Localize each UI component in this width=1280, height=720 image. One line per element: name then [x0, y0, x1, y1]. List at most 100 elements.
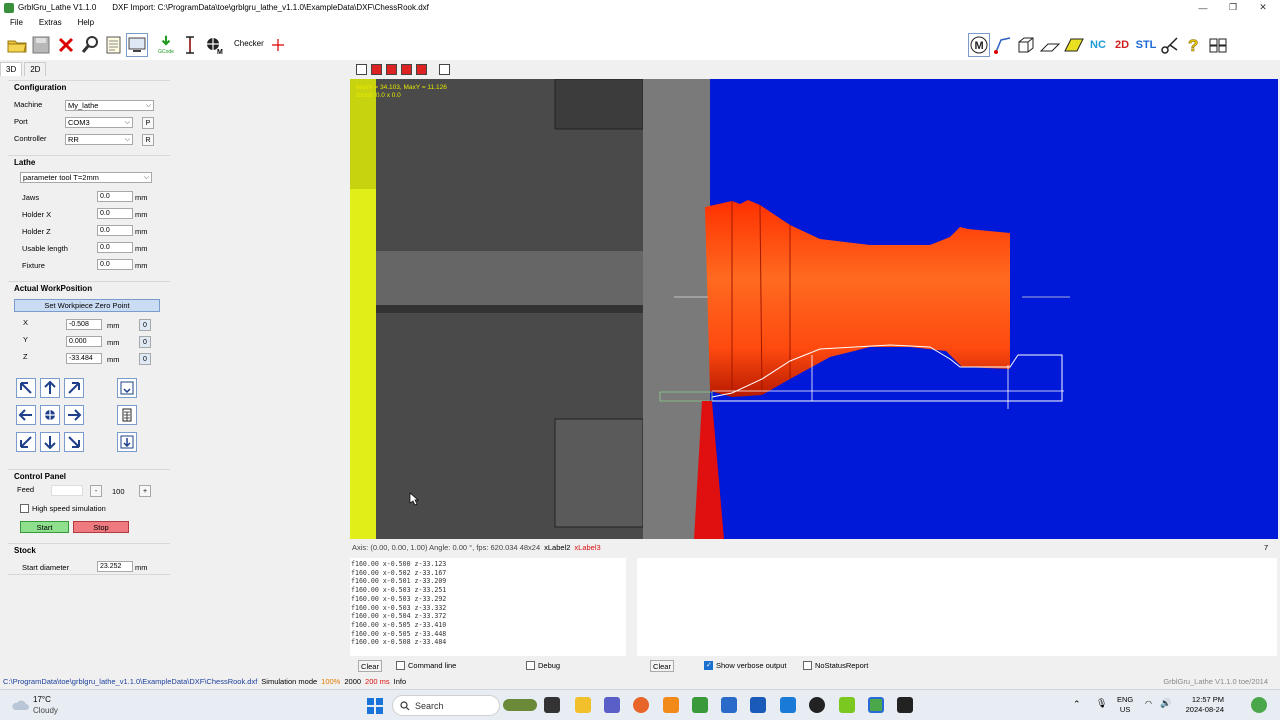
- app-orange-icon[interactable]: [663, 697, 679, 713]
- x-zero-button[interactable]: 0: [139, 319, 151, 331]
- jog-right-button[interactable]: [64, 405, 84, 425]
- task-view-icon[interactable]: [544, 697, 560, 713]
- no-status-checkbox[interactable]: [803, 661, 812, 670]
- machine-button[interactable]: M: [203, 33, 225, 57]
- chevron-up-icon[interactable]: ⌃: [1073, 699, 1081, 710]
- record-2-icon[interactable]: [386, 64, 397, 75]
- windows-start-icon[interactable]: [367, 698, 383, 714]
- tool-select[interactable]: parameter tool T=2mm ⌵: [20, 172, 152, 183]
- feed-slider[interactable]: [51, 485, 83, 496]
- feed-plus-button[interactable]: +: [139, 485, 151, 497]
- teams-icon[interactable]: [604, 697, 620, 713]
- app-black-icon[interactable]: [809, 697, 825, 713]
- delete-button[interactable]: [55, 33, 77, 57]
- debug-checkbox[interactable]: [526, 661, 535, 670]
- start-diameter-input[interactable]: 23.252: [97, 561, 133, 572]
- stl-button[interactable]: STL: [1135, 33, 1157, 57]
- view-reset-icon[interactable]: [439, 64, 450, 75]
- taskbar-widget-icon[interactable]: [503, 699, 537, 711]
- firefox-icon[interactable]: [633, 697, 649, 713]
- minimize-button[interactable]: —: [1188, 0, 1218, 15]
- app-blue-icon[interactable]: [721, 697, 737, 713]
- 2d-button[interactable]: 2D: [1111, 33, 1133, 57]
- stop-button[interactable]: Stop: [73, 521, 129, 533]
- save-button[interactable]: [30, 33, 52, 57]
- jog-up-left-button[interactable]: [16, 378, 36, 398]
- maximize-button[interactable]: ❐: [1218, 0, 1248, 15]
- calculator-button[interactable]: [117, 405, 137, 425]
- clear-log-button[interactable]: Clear: [358, 660, 382, 672]
- m-mode-button[interactable]: M: [968, 33, 990, 57]
- command-line-checkbox[interactable]: [396, 661, 405, 670]
- record-3-icon[interactable]: [401, 64, 412, 75]
- feed-minus-button[interactable]: -: [90, 485, 102, 497]
- controller-select[interactable]: RR ⌵: [65, 134, 133, 145]
- checker-label[interactable]: Checker: [234, 39, 264, 48]
- word-icon[interactable]: [750, 697, 766, 713]
- jaws-input[interactable]: 0.0: [97, 191, 133, 202]
- app-lime-icon[interactable]: [839, 697, 855, 713]
- system-clock[interactable]: 12:57 PM 2024-08-24: [1180, 695, 1224, 715]
- view-fit-icon[interactable]: [356, 64, 367, 75]
- crosshair-button[interactable]: [267, 33, 289, 57]
- help-button[interactable]: ?: [1183, 33, 1205, 57]
- holder-x-input[interactable]: 0.0: [97, 208, 133, 219]
- path-button[interactable]: [992, 33, 1014, 57]
- microphone-icon[interactable]: 🎙: [1096, 698, 1107, 709]
- app-c-icon[interactable]: [780, 697, 796, 713]
- jog-left-button[interactable]: [16, 405, 36, 425]
- menu-file[interactable]: File: [4, 18, 29, 27]
- cube-button[interactable]: [1015, 33, 1037, 57]
- plane-button[interactable]: [1039, 33, 1061, 57]
- jog-home-button[interactable]: [40, 405, 60, 425]
- jog-z-up-button[interactable]: [117, 378, 137, 398]
- jog-down-left-button[interactable]: [16, 432, 36, 452]
- fixture-input[interactable]: 0.0: [97, 259, 133, 270]
- controller-r-button[interactable]: R: [142, 134, 154, 146]
- open-folder-button[interactable]: [6, 33, 28, 57]
- port-select[interactable]: COM3 ⌵: [65, 117, 133, 128]
- tab-3d[interactable]: 3D: [0, 62, 23, 76]
- usable-length-input[interactable]: 0.0: [97, 242, 133, 253]
- simulation-viewport[interactable]: MaxX = 34.103, MaxY = 11.126 Stock: 0.0 …: [350, 79, 1278, 539]
- jog-up-button[interactable]: [40, 378, 60, 398]
- menu-extras[interactable]: Extras: [33, 18, 68, 27]
- terminal-icon[interactable]: [897, 697, 913, 713]
- layer-button[interactable]: [1063, 33, 1085, 57]
- x-position-input[interactable]: -0.508: [66, 319, 102, 330]
- record-4-icon[interactable]: [416, 64, 427, 75]
- z-position-input[interactable]: -33.484: [66, 353, 102, 364]
- gcode-log[interactable]: f160.00 x-0.500 z-33.123 f160.00 x-0.502…: [350, 558, 626, 656]
- high-speed-checkbox[interactable]: [20, 504, 29, 513]
- language-indicator[interactable]: ENG US: [1117, 695, 1133, 715]
- clear-verbose-button[interactable]: Clear: [650, 660, 674, 672]
- record-icon[interactable]: [371, 64, 382, 75]
- menu-help[interactable]: Help: [72, 18, 100, 27]
- file-explorer-icon[interactable]: [575, 697, 591, 713]
- jog-up-right-button[interactable]: [64, 378, 84, 398]
- measure-button[interactable]: [179, 33, 201, 57]
- start-button[interactable]: Start: [20, 521, 69, 533]
- y-position-input[interactable]: 0.000: [66, 336, 102, 347]
- set-zero-button[interactable]: Set Workpiece Zero Point: [14, 299, 160, 312]
- screen-button[interactable]: [126, 33, 148, 57]
- nc-button[interactable]: NC: [1087, 33, 1109, 57]
- layout-button[interactable]: [1207, 33, 1229, 57]
- jog-down-right-button[interactable]: [64, 432, 84, 452]
- tool-button[interactable]: [1159, 33, 1181, 57]
- port-p-button[interactable]: P: [142, 117, 154, 129]
- tab-2d[interactable]: 2D: [24, 62, 47, 76]
- verbose-log[interactable]: [637, 558, 1277, 656]
- close-button[interactable]: ✕: [1248, 0, 1278, 15]
- notes-button[interactable]: [102, 33, 124, 57]
- grblgru-taskbar-icon[interactable]: [868, 697, 884, 713]
- machine-select[interactable]: My_lathe ⌵: [65, 100, 154, 111]
- taskbar-search[interactable]: Search: [392, 695, 500, 716]
- gcode-button[interactable]: GCode: [155, 33, 177, 57]
- verbose-checkbox[interactable]: [704, 661, 713, 670]
- wifi-icon[interactable]: ◠: [1145, 699, 1152, 708]
- tools-button[interactable]: [79, 33, 101, 57]
- tray-app-icon[interactable]: [1251, 697, 1267, 713]
- volume-icon[interactable]: 🔊: [1160, 698, 1171, 709]
- app-green-icon[interactable]: [692, 697, 708, 713]
